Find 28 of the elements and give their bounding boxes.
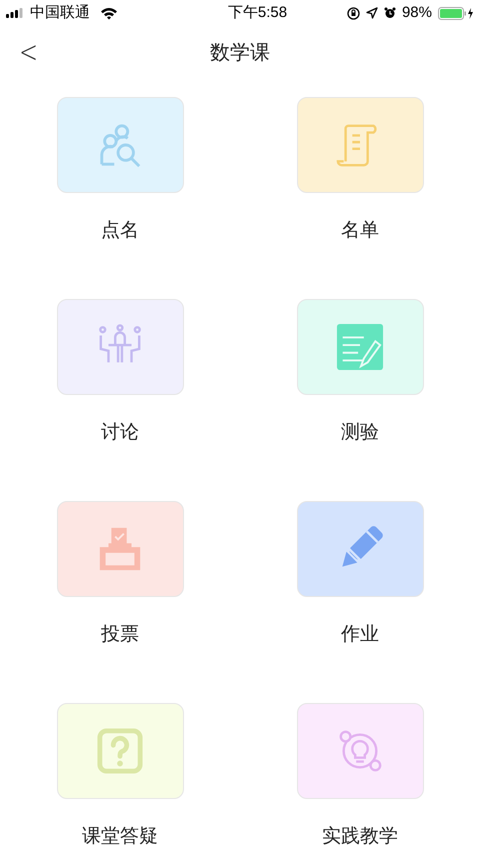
- tile-label: 作业: [341, 623, 379, 647]
- feature-tile[interactable]: [296, 299, 424, 395]
- tile-label: 讨论: [101, 421, 139, 445]
- feature-tile[interactable]: [56, 299, 184, 395]
- alarm-clock-icon: [384, 7, 396, 19]
- question-mark-icon: [96, 726, 144, 776]
- note-pencil-icon: [336, 322, 384, 372]
- tile-label: 名单: [341, 219, 379, 243]
- feature-tile[interactable]: [296, 501, 424, 597]
- tile-label: 课堂答疑: [82, 825, 158, 849]
- tile-label: 投票: [101, 623, 139, 647]
- tile-label: 实践教学: [322, 825, 398, 849]
- tile-label: 测验: [341, 421, 379, 445]
- feature-tile[interactable]: [56, 703, 184, 799]
- carrier-name: 中国联通: [30, 2, 90, 23]
- location-arrow-icon: [366, 7, 378, 19]
- page-title: 数学课: [210, 41, 270, 66]
- clock-time: 下午5:58: [228, 2, 288, 23]
- wifi-icon: [100, 6, 118, 20]
- feature-tile[interactable]: [296, 97, 424, 193]
- battery-charging-icon: [438, 6, 474, 20]
- feature-tile[interactable]: [56, 501, 184, 597]
- feature-tile[interactable]: [56, 97, 184, 193]
- battery-percentage: 98%: [402, 2, 432, 23]
- rotation-lock-icon: [346, 6, 360, 20]
- feature-tile[interactable]: [296, 703, 424, 799]
- tile-label: 点名: [101, 219, 139, 243]
- back-button[interactable]: <: [19, 38, 38, 68]
